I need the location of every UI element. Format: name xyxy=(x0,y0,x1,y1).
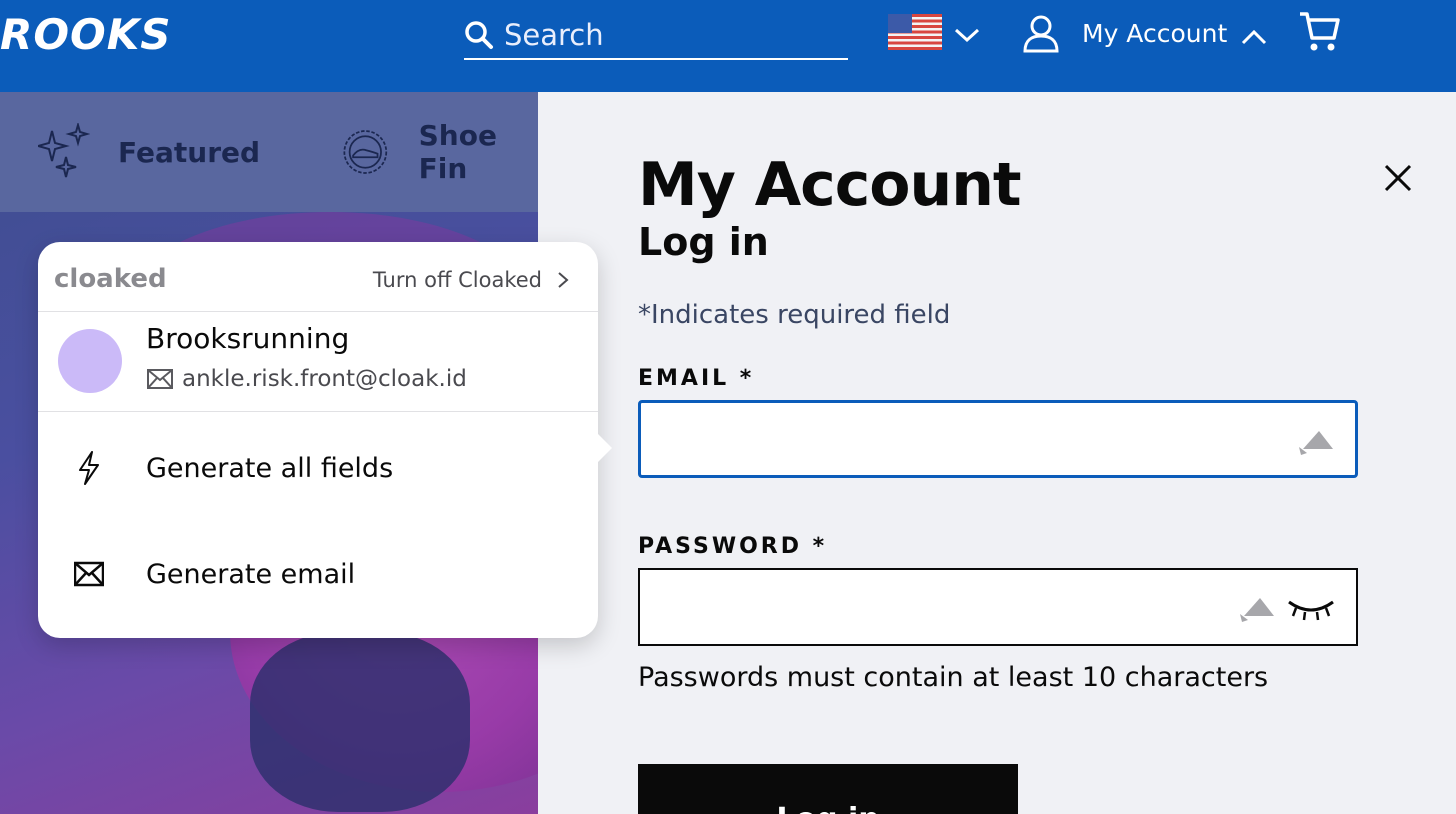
my-account-label: My Account xyxy=(1082,18,1228,48)
email-field-wrapper xyxy=(638,400,1358,478)
show-password-eye-icon[interactable] xyxy=(1286,594,1336,624)
search-icon xyxy=(465,21,493,49)
search-bar[interactable] xyxy=(464,12,848,60)
nav-item-featured[interactable]: Featured xyxy=(38,122,260,182)
identity-email: ankle.risk.front@cloak.id xyxy=(182,366,467,392)
login-button[interactable]: Log in xyxy=(638,764,1018,814)
lightning-icon xyxy=(79,451,99,485)
generate-all-fields-button[interactable]: Generate all fields xyxy=(38,428,598,508)
chevron-down-icon[interactable] xyxy=(954,26,980,44)
email-label: EMAIL * xyxy=(638,366,755,391)
search-input[interactable] xyxy=(504,18,824,52)
chevron-right-icon xyxy=(558,272,569,288)
cloaked-autofill-icon[interactable] xyxy=(1299,427,1337,455)
generate-email-button[interactable]: Generate email xyxy=(38,534,598,614)
cloaked-logo: cloaked xyxy=(54,264,167,294)
nav-item-shoe-finder[interactable]: Shoe Fin xyxy=(340,119,538,185)
badge-shoe-icon xyxy=(343,130,388,174)
cloaked-popup-header: cloaked Turn off Cloaked xyxy=(38,242,598,312)
my-account-menu[interactable]: My Account xyxy=(1020,10,1267,56)
sparkles-icon xyxy=(38,123,90,178)
nav-item-label: Shoe Fin xyxy=(418,119,497,185)
envelope-icon xyxy=(147,369,173,389)
nav-item-label: Featured xyxy=(118,135,261,169)
password-field-wrapper xyxy=(638,568,1358,646)
turn-off-cloaked-button[interactable]: Turn off Cloaked xyxy=(373,268,570,292)
brand-logo[interactable]: ROOKS xyxy=(0,10,172,59)
hero-shoe-image xyxy=(250,632,470,812)
cart-icon[interactable] xyxy=(1298,10,1340,54)
password-label: PASSWORD * xyxy=(638,534,828,559)
required-note: *Indicates required field xyxy=(638,300,951,330)
close-icon[interactable] xyxy=(1380,160,1416,196)
us-flag-icon[interactable] xyxy=(888,14,942,50)
top-header: ROOKS My Account xyxy=(0,0,1456,92)
user-icon xyxy=(1023,15,1059,53)
identity-email-row: ankle.risk.front@cloak.id xyxy=(146,366,467,392)
page-title: My Account xyxy=(638,150,1022,220)
category-nav: Featured Shoe Fin xyxy=(0,92,538,212)
identity-item[interactable]: Brooksrunning ankle.risk.front@cloak.id xyxy=(38,312,598,412)
chevron-up-icon xyxy=(1242,29,1267,45)
turn-off-cloaked-label: Turn off Cloaked xyxy=(372,268,542,292)
email-field[interactable] xyxy=(641,403,1355,475)
generate-all-fields-label: Generate all fields xyxy=(146,452,394,484)
account-panel: My Account Log in *Indicates required fi… xyxy=(538,92,1456,814)
password-hint: Passwords must contain at least 10 chara… xyxy=(638,662,1269,693)
cloaked-autofill-icon[interactable] xyxy=(1240,594,1278,622)
identity-name: Brooksrunning xyxy=(146,322,350,355)
envelope-icon xyxy=(74,561,104,587)
section-title: Log in xyxy=(638,220,769,264)
cloaked-popup: cloaked Turn off Cloaked Brooksrunning a… xyxy=(38,242,612,638)
generate-email-label: Generate email xyxy=(146,558,356,590)
avatar xyxy=(58,329,122,393)
